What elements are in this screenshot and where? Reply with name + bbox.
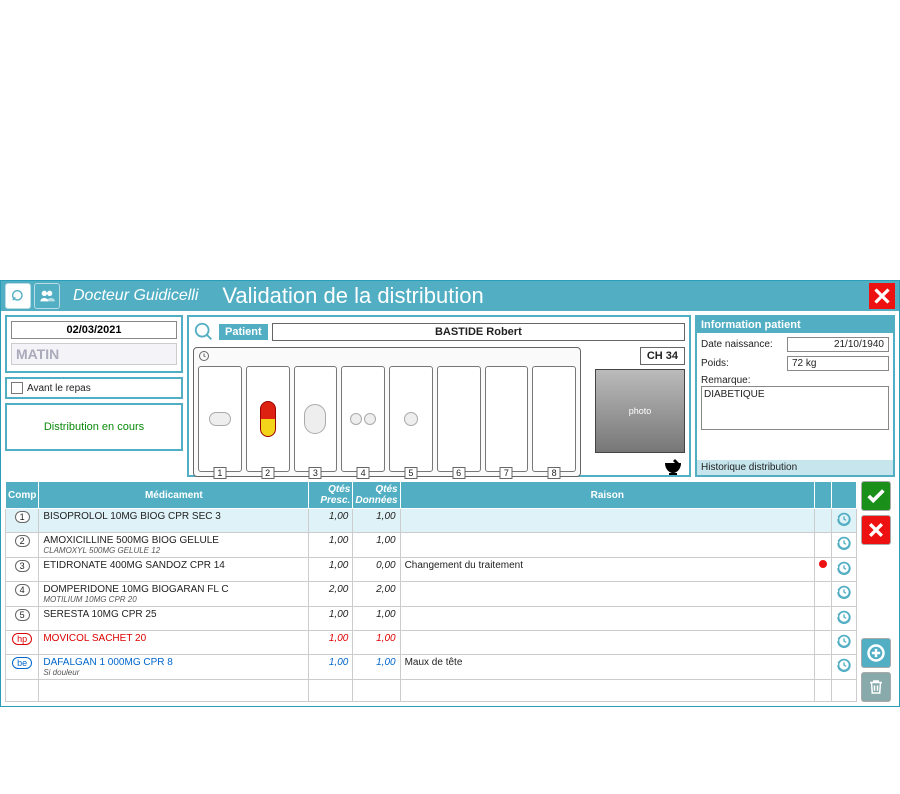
top-panels: MATIN Avant le repas Distribution en cou…: [1, 311, 899, 481]
compartment-1[interactable]: 1: [198, 366, 242, 472]
doctor-name: Docteur Guidicelli: [73, 287, 198, 305]
remark-label: Remarque:: [701, 375, 750, 386]
table-row[interactable]: 5SERESTA 10MG CPR 251,001,00: [6, 607, 857, 631]
history-icon[interactable]: [832, 655, 857, 680]
weight-label: Poids:: [701, 358, 783, 369]
compartment-5[interactable]: 5: [389, 366, 433, 472]
table-row[interactable]: 3ETIDRONATE 400MG SANDOZ CPR 141,000,00C…: [6, 558, 857, 582]
table-row[interactable]: beDAFALGAN 1 000MG CPR 8Si douleur1,001,…: [6, 655, 857, 680]
confirm-button[interactable]: [861, 481, 891, 511]
date-input[interactable]: [11, 321, 177, 339]
table-row[interactable]: hpMOVICOL SACHET 201,001,00: [6, 631, 857, 655]
compartment-7[interactable]: 7: [485, 366, 529, 472]
meal-panel: Avant le repas: [5, 377, 183, 399]
add-button[interactable]: [861, 638, 891, 668]
room-badge: CH 34: [640, 347, 685, 365]
patient-name[interactable]: BASTIDE Robert: [272, 323, 685, 341]
date-panel: MATIN: [5, 315, 183, 373]
home-button[interactable]: [5, 283, 31, 309]
compartment-3[interactable]: 3: [294, 366, 338, 472]
compartment-area: 12345678: [193, 347, 581, 477]
mortar-icon: [661, 457, 685, 477]
col-presc: Qtés Presc.: [309, 482, 353, 509]
history-icon[interactable]: [832, 607, 857, 631]
title-bar: Docteur Guidicelli Validation de la dist…: [1, 281, 899, 311]
table-row[interactable]: 4DOMPERIDONE 10MG BIOGARAN FL CMOTILIUM …: [6, 582, 857, 607]
before-meal-checkbox[interactable]: [11, 382, 23, 394]
patient-list-button[interactable]: [34, 283, 60, 309]
status-panel: Distribution en cours: [5, 403, 183, 451]
history-icon[interactable]: [832, 582, 857, 607]
col-med: Médicament: [39, 482, 309, 509]
distribution-window: Docteur Guidicelli Validation de la dist…: [0, 280, 900, 707]
table-row[interactable]: 1BISOPROLOL 10MG BIOG CPR SEC 31,001,00: [6, 509, 857, 533]
table-area: Comp Médicament Qtés Presc. Qtés Données…: [1, 481, 899, 706]
compartment-8[interactable]: 8: [532, 366, 576, 472]
patient-photo: photo: [595, 369, 685, 453]
table-row: [6, 680, 857, 702]
before-meal-label: Avant le repas: [27, 383, 91, 394]
cancel-button[interactable]: [861, 515, 891, 545]
close-button[interactable]: [867, 281, 897, 311]
delete-button[interactable]: [861, 672, 891, 702]
compartment-4[interactable]: 4: [341, 366, 385, 472]
col-comp: Comp: [6, 482, 39, 509]
compartment-6[interactable]: 6: [437, 366, 481, 472]
window-title: Validation de la distribution: [222, 283, 483, 309]
history-icon[interactable]: [832, 558, 857, 582]
patient-panel: Patient BASTIDE Robert 12345678 CH 34: [187, 315, 691, 477]
birth-value: 21/10/1940: [787, 337, 889, 352]
moment-field[interactable]: MATIN: [11, 343, 177, 365]
compartment-2[interactable]: 2: [246, 366, 290, 472]
history-icon[interactable]: [832, 533, 857, 558]
history-link[interactable]: Historique distribution: [697, 460, 893, 475]
search-icon[interactable]: [193, 321, 215, 343]
birth-label: Date naissance:: [701, 339, 783, 350]
weight-value: 72 kg: [787, 356, 889, 371]
clock-icon: [198, 350, 210, 365]
history-icon[interactable]: [832, 509, 857, 533]
col-reason: Raison: [400, 482, 814, 509]
status-text: Distribution en cours: [44, 421, 144, 433]
table-row[interactable]: 2AMOXICILLINE 500MG BIOG GELULECLAMOXYL …: [6, 533, 857, 558]
col-given: Qtés Données: [353, 482, 400, 509]
info-title: Information patient: [697, 317, 893, 333]
history-icon[interactable]: [832, 631, 857, 655]
remark-field[interactable]: DIABETIQUE: [701, 386, 889, 430]
patient-label: Patient: [219, 324, 268, 340]
medication-table: Comp Médicament Qtés Presc. Qtés Données…: [5, 481, 857, 702]
info-panel: Information patient Date naissance: 21/1…: [695, 315, 895, 477]
